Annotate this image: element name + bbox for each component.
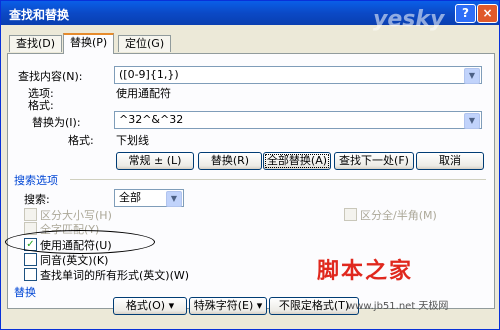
full-half-width-label: 区分全/半角(M) [360,209,437,222]
sounds-like-checkbox[interactable] [24,253,37,266]
search-direction-select[interactable]: 全部 ▼ [114,189,184,207]
title-bar[interactable]: 查找和替换 yesky ? × [1,1,499,32]
replace-button[interactable]: 替换(R) [198,152,262,170]
replace-all-button[interactable]: 全部替换(A) [263,152,331,170]
replace-format-label: 格式: [68,134,94,147]
match-case-checkbox[interactable] [24,208,37,221]
replace-section-heading: 替换 [14,286,36,299]
replace-format-value: 下划线 [116,134,149,147]
highlight-ellipse [5,230,155,254]
tab-replace[interactable]: 替换(P) [63,33,115,54]
search-direction-label: 搜索: [24,193,50,206]
chevron-down-icon[interactable]: ▼ [464,113,480,129]
help-button[interactable]: ? [455,4,476,23]
tab-panel: 查找内容(N): ([0-9]{1,}) ▼ 选项: 使用通配符 格式: 替换为… [7,53,495,309]
close-button[interactable]: × [477,4,498,23]
tab-find[interactable]: 查找(D) [9,35,63,52]
chevron-down-icon[interactable]: ▼ [166,191,182,207]
word-forms-label: 查找单词的所有形式(英文)(W) [40,269,190,282]
tab-goto[interactable]: 定位(G) [118,35,172,52]
full-half-width-checkbox[interactable] [344,208,357,221]
special-button[interactable]: 特殊字符(E) ▾ [189,297,267,315]
format-button[interactable]: 格式(O) ▾ [113,297,187,315]
yesky-watermark: yesky [373,7,445,32]
jiaoben-watermark: 脚本之家 [317,258,414,284]
find-input[interactable]: ([0-9]{1,}) ▼ [114,66,482,84]
chevron-down-icon[interactable]: ▼ [464,68,480,84]
find-label: 查找内容(N): [18,70,83,83]
search-options-heading: 搜索选项 [14,174,58,187]
replace-input[interactable]: ^32^&^32 ▼ [114,111,482,129]
word-forms-checkbox[interactable] [24,268,37,281]
sounds-like-label: 同音(英文)(K) [40,254,109,267]
section-divider [70,179,486,180]
find-next-button[interactable]: 查找下一处(F) [334,152,414,170]
search-direction-value: 全部 [119,191,141,204]
find-options-value: 使用通配符 [116,87,171,100]
find-format-label: 格式: [28,99,54,112]
no-formatting-button[interactable]: 不限定格式(T) [269,297,359,315]
find-input-value: ([0-9]{1,}) [119,68,179,81]
replace-input-value: ^32^&^32 [119,113,184,126]
replace-label: 替换为(I): [32,116,81,129]
dialog-title: 查找和替换 [9,8,70,22]
url-watermark: www.jb51.net 天极网 [347,301,449,312]
cancel-button[interactable]: 取消 [416,152,484,170]
find-replace-dialog: 查找和替换 yesky ? × 查找(D) 替换(P) 定位(G) 查找内容(N… [0,0,500,330]
less-options-button[interactable]: 常规 ± (L) [116,152,194,170]
